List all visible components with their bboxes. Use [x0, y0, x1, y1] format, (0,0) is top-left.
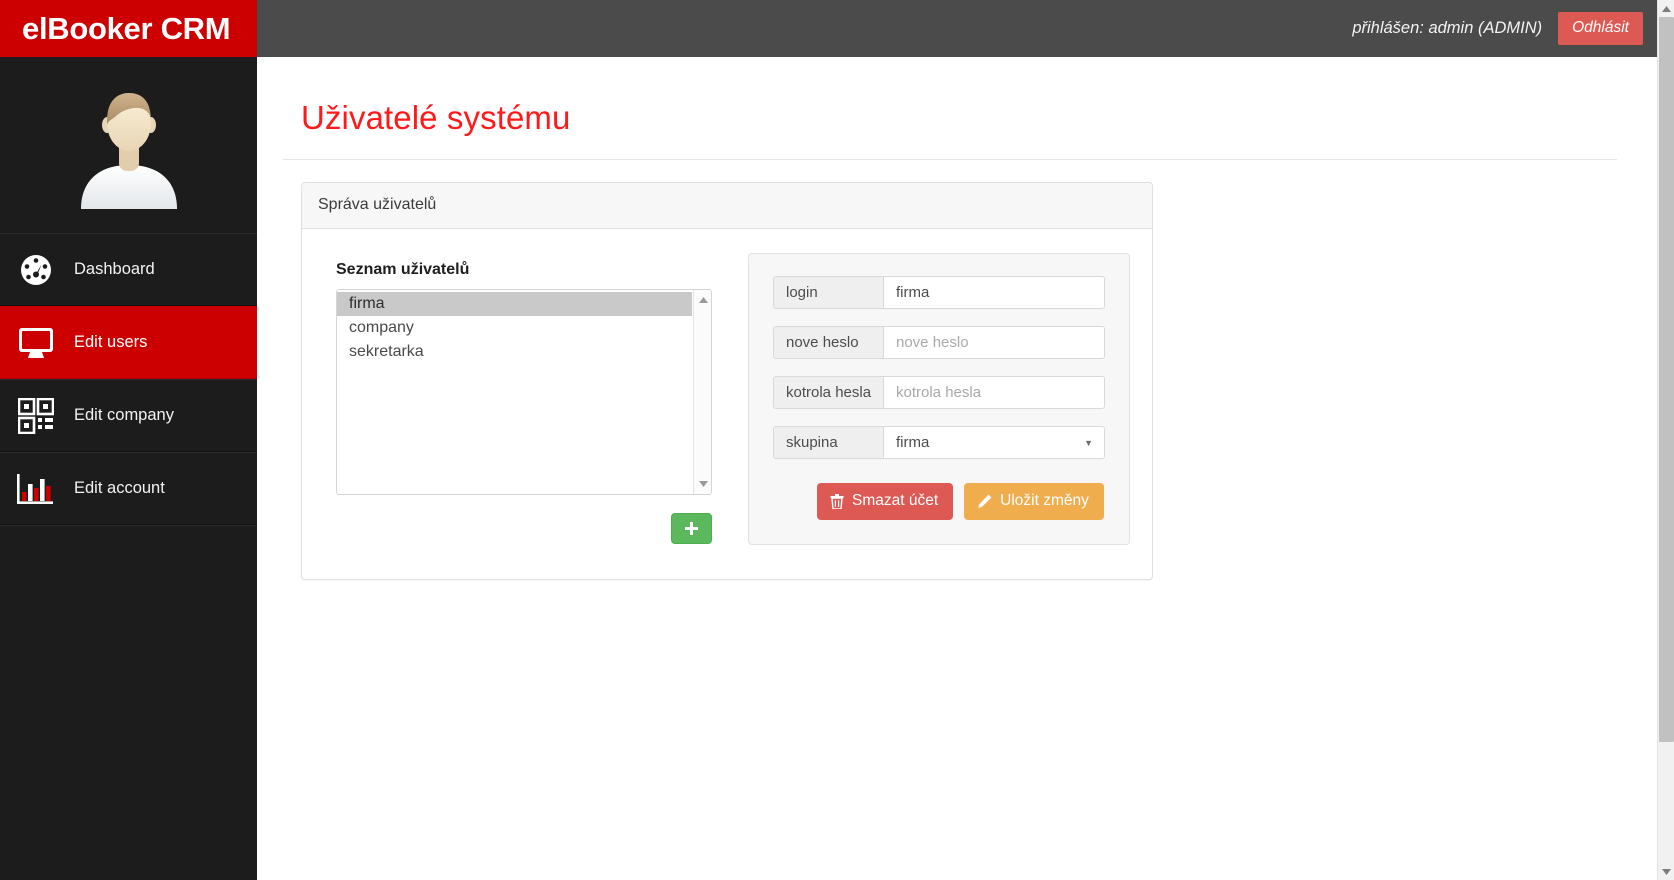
- qr-code-icon: [10, 394, 62, 438]
- user-edit-form: login nove heslo: [748, 253, 1130, 545]
- field-new-password: nove heslo: [773, 326, 1105, 359]
- user-list-items: firma company sekretarka: [337, 290, 711, 364]
- page-scroll-down-icon[interactable]: [1658, 863, 1674, 880]
- save-changes-label: Uložit změny: [1000, 492, 1089, 509]
- avatar: [0, 57, 257, 233]
- confirm-password-input-wrap[interactable]: [883, 376, 1105, 409]
- application-window: elBooker CRM Dashboard Edit users Edit c…: [0, 0, 1674, 880]
- field-login: login: [773, 276, 1105, 309]
- group-select[interactable]: firma ▼: [883, 426, 1105, 459]
- dashboard-gauge-icon: [10, 248, 62, 292]
- pencil-icon: [978, 494, 992, 508]
- panel-heading: Správa uživatelů: [302, 183, 1152, 229]
- monitor-icon: [10, 321, 62, 365]
- sidebar-item-dashboard[interactable]: Dashboard: [0, 233, 257, 306]
- sidebar-item-label: Dashboard: [74, 260, 155, 278]
- new-password-input[interactable]: [896, 334, 1104, 351]
- logged-in-status: přihlášen: admin (ADMIN): [1352, 19, 1543, 37]
- top-header-bar: přihlášen: admin (ADMIN) Odhlásit: [257, 0, 1657, 57]
- trash-icon: [830, 493, 844, 509]
- brand-logo[interactable]: elBooker CRM: [0, 0, 257, 57]
- field-label: kotrola hesla: [773, 376, 883, 409]
- list-item[interactable]: company: [337, 316, 692, 340]
- brand-title: elBooker CRM: [22, 10, 231, 46]
- confirm-password-input[interactable]: [896, 384, 1104, 401]
- sidebar-item-edit-account[interactable]: Edit account: [0, 452, 257, 525]
- scroll-up-arrow-icon[interactable]: [694, 292, 711, 308]
- sidebar-divider: [0, 525, 257, 526]
- new-password-input-wrap[interactable]: [883, 326, 1105, 359]
- user-list-label: Seznam uživatelů: [336, 261, 470, 278]
- save-changes-button[interactable]: Uložit změny: [964, 483, 1104, 520]
- page-title: Uživatelé systému: [301, 99, 571, 136]
- sidebar-item-edit-users[interactable]: Edit users: [0, 306, 257, 379]
- sidebar-nav: Dashboard Edit users Edit company Edit a…: [0, 233, 257, 526]
- user-management-panel: Správa uživatelů Seznam uživatelů firma …: [301, 182, 1153, 580]
- panel-body: Seznam uživatelů firma company sekretark…: [302, 229, 1152, 579]
- delete-account-label: Smazat účet: [852, 492, 939, 509]
- sidebar-item-label: Edit users: [74, 333, 148, 351]
- title-divider: [283, 159, 1617, 160]
- group-select-value: firma: [896, 434, 930, 451]
- page-scroll-thumb[interactable]: [1659, 17, 1674, 742]
- main-content: Uživatelé systému Správa uživatelů Sezna…: [257, 57, 1657, 880]
- user-list-column: Seznam uživatelů firma company sekretark…: [324, 253, 712, 545]
- user-list-box[interactable]: firma company sekretarka: [336, 289, 712, 495]
- page-scrollbar[interactable]: [1657, 0, 1674, 880]
- field-label: skupina: [773, 426, 883, 459]
- chevron-down-icon: ▼: [1084, 437, 1093, 448]
- login-input-wrap[interactable]: [883, 276, 1105, 309]
- scroll-down-arrow-icon[interactable]: [694, 476, 711, 492]
- page-scroll-up-icon[interactable]: [1658, 0, 1674, 17]
- login-input[interactable]: [896, 284, 1104, 301]
- add-user-button[interactable]: [671, 513, 712, 544]
- list-item[interactable]: sekretarka: [337, 340, 692, 364]
- add-user-row: [336, 513, 712, 544]
- delete-account-button[interactable]: Smazat účet: [817, 483, 954, 520]
- form-actions: Smazat účet Uložit změny: [773, 483, 1105, 520]
- user-edit-column: login nove heslo: [748, 253, 1130, 545]
- field-label: login: [773, 276, 883, 309]
- sidebar-item-edit-company[interactable]: Edit company: [0, 379, 257, 452]
- field-label: nove heslo: [773, 326, 883, 359]
- sidebar-item-label: Edit company: [74, 406, 174, 424]
- user-list-scrollbar[interactable]: [693, 290, 711, 494]
- field-confirm-password: kotrola hesla: [773, 376, 1105, 409]
- plus-icon: [685, 522, 698, 535]
- sidebar-item-label: Edit account: [74, 479, 165, 497]
- list-item[interactable]: firma: [337, 292, 692, 316]
- field-group: skupina firma ▼: [773, 426, 1105, 459]
- logout-button[interactable]: Odhlásit: [1558, 12, 1643, 45]
- user-avatar-icon: [80, 93, 177, 209]
- sidebar: elBooker CRM Dashboard Edit users Edit c…: [0, 0, 257, 880]
- bar-chart-icon: [10, 467, 62, 511]
